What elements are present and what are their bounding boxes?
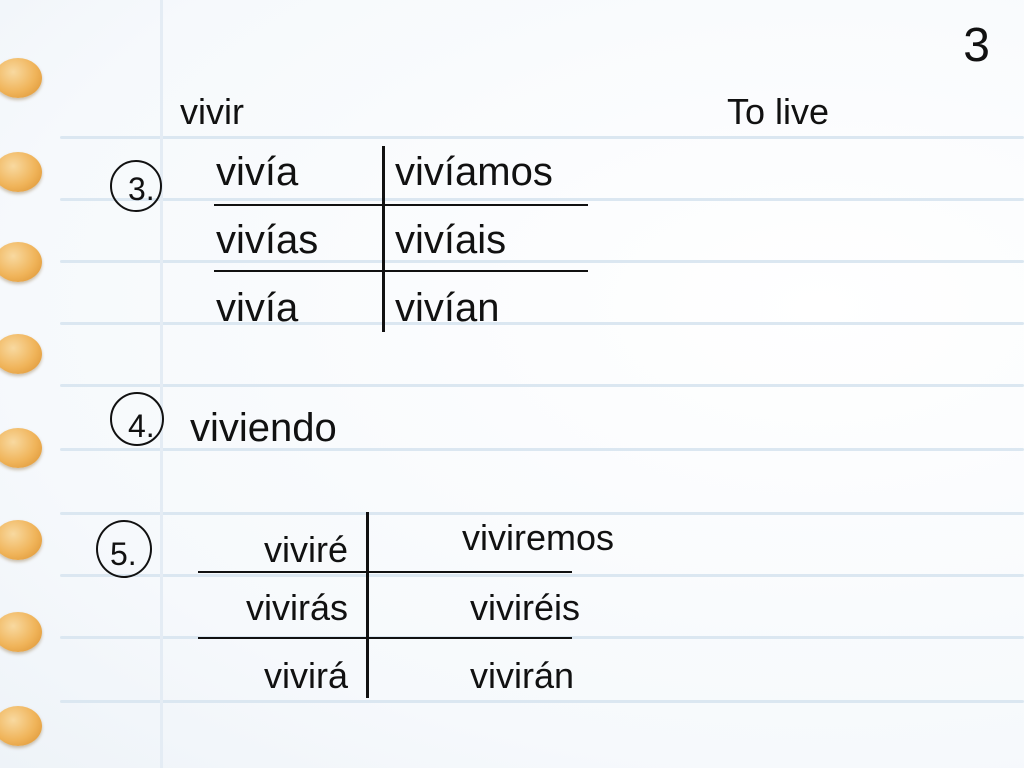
binder-hole-icon: [0, 706, 42, 746]
ruled-line: [60, 322, 1024, 325]
ruled-line: [60, 700, 1024, 703]
table-divider-horizontal: [198, 637, 572, 639]
ruled-line: [60, 574, 1024, 577]
ruled-line: [60, 512, 1024, 515]
binder-hole-icon: [0, 612, 42, 652]
gerund-value: viviendo: [190, 406, 337, 450]
conjugation-cell: vivíais: [395, 218, 507, 262]
conjugation-cell: vivías: [216, 218, 319, 262]
table-divider-horizontal: [214, 204, 588, 206]
verb-translation: To live: [727, 91, 830, 132]
ruled-line: [60, 198, 1024, 201]
section-number: 3.: [128, 171, 155, 207]
conjugation-cell: viviremos: [462, 517, 615, 558]
conjugation-cell: vivirá: [263, 655, 348, 696]
conjugation-cell: viviré: [263, 529, 348, 570]
table-divider-vertical: [382, 146, 385, 332]
conjugation-cell: vivirás: [245, 587, 348, 628]
margin-line: [160, 0, 163, 768]
slide-number: 3: [963, 19, 990, 72]
notebook-paper-background: [0, 0, 1024, 768]
table-divider-horizontal: [214, 270, 588, 272]
ruled-line: [60, 260, 1024, 263]
binder-hole-icon: [0, 334, 42, 374]
conjugation-cell: vivíamos: [395, 150, 553, 194]
section-number: 4.: [128, 408, 155, 444]
conjugation-cell: vivían: [395, 286, 500, 330]
section-number: 5.: [110, 536, 137, 572]
binder-hole-icon: [0, 58, 42, 98]
conjugation-cell: viviréis: [470, 587, 581, 628]
binder-hole-icon: [0, 152, 42, 192]
conjugation-cell: vivía: [216, 150, 299, 194]
ruled-line: [60, 384, 1024, 387]
verb-infinitive: vivir: [180, 91, 244, 132]
binder-hole-icon: [0, 242, 42, 282]
binder-hole-icon: [0, 428, 42, 468]
binder-hole-icon: [0, 520, 42, 560]
table-divider-horizontal: [198, 571, 572, 573]
table-divider-vertical: [366, 512, 369, 698]
conjugation-cell: vivía: [216, 286, 299, 330]
conjugation-cell: vivirán: [470, 655, 575, 696]
ruled-line: [60, 136, 1024, 139]
